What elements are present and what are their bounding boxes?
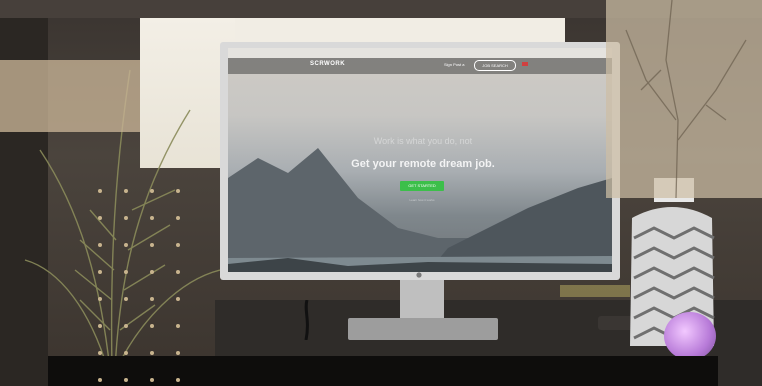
branches [625, 0, 747, 199]
site-nav-links: Sign Post a [444, 62, 465, 67]
language-flag-icon [522, 62, 528, 66]
site-subheadline: Get your remote dream job. [351, 158, 495, 170]
get-started-button: GET STARTED [400, 181, 444, 191]
cable [304, 300, 309, 340]
site-logo: SCRWORK [310, 61, 346, 67]
purple-crystal-lamp [664, 312, 716, 360]
monitor-stand-base [348, 318, 498, 340]
browser-bar [228, 48, 612, 58]
window-light-glow [560, 285, 630, 297]
tan-overlay-block-left [0, 60, 140, 132]
photo-stage: SCRWORK Sign Post a JOB SEARCH Work is w… [0, 0, 762, 386]
site-nav-button: JOB SEARCH [474, 60, 516, 71]
dot-grid-pattern [98, 189, 180, 382]
site-navbar [228, 58, 612, 74]
cta-sublink: Learn how it works [409, 198, 435, 202]
tan-overlay-block-right [606, 0, 762, 199]
monitor-screen: SCRWORK Sign Post a JOB SEARCH Work is w… [228, 48, 612, 272]
monitor-brand-icon [416, 272, 422, 278]
site-headline: Work is what you do, not [373, 136, 473, 146]
